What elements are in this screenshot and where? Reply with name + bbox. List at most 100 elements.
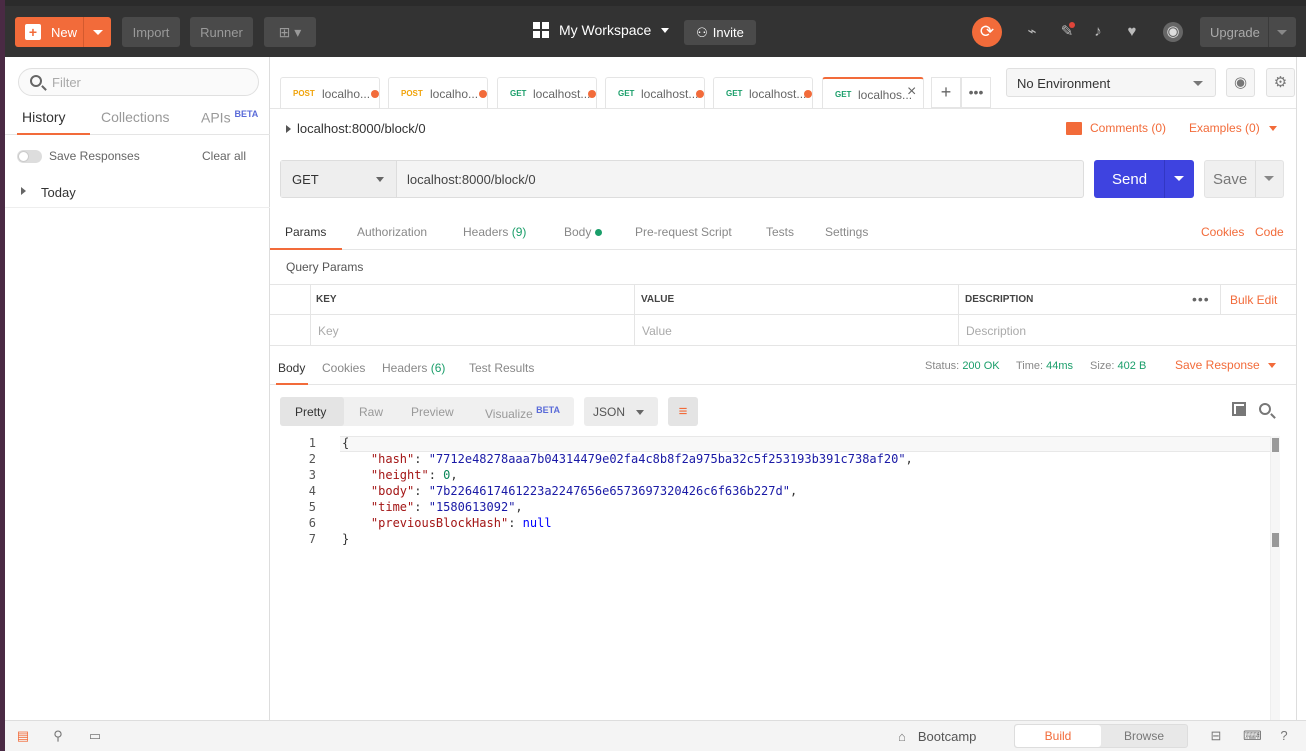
chevron-right-icon xyxy=(21,187,26,195)
save-responses-toggle[interactable] xyxy=(17,150,42,163)
code-line: 3 "height": 0, xyxy=(280,468,1270,484)
upgrade-button[interactable]: Upgrade xyxy=(1200,17,1296,47)
bootcamp-label: Bootcamp xyxy=(917,729,977,744)
tab-test-results[interactable]: Test Results xyxy=(469,361,534,375)
gear-icon[interactable]: ⚙ xyxy=(1266,68,1295,97)
active-line-highlight xyxy=(340,436,1272,452)
save-button[interactable]: Save xyxy=(1204,160,1284,198)
plus-icon: + xyxy=(25,24,41,40)
tab-tests[interactable]: Tests xyxy=(766,225,794,239)
tab-response-cookies[interactable]: Cookies xyxy=(322,361,365,375)
environment-selector[interactable]: No Environment xyxy=(1006,68,1216,97)
json-punct: , xyxy=(905,452,913,466)
eye-icon[interactable]: ◉ xyxy=(1226,68,1255,97)
runner-button[interactable]: Runner xyxy=(190,17,253,47)
console-icon[interactable]: ▭ xyxy=(87,729,103,743)
request-tab[interactable]: POST localho... xyxy=(280,77,380,108)
build-mode-button[interactable]: Build xyxy=(1015,725,1101,747)
request-tab[interactable]: GET localhost... xyxy=(605,77,705,108)
scroll-thumb[interactable] xyxy=(1272,533,1279,547)
beta-badge: BETA xyxy=(234,109,259,119)
time-label: Time: 44ms xyxy=(1016,360,1073,372)
avatar[interactable]: ◉ xyxy=(1163,22,1183,42)
request-tab[interactable]: POST localho... xyxy=(388,77,488,108)
notifications-bell-icon[interactable]: ♪ xyxy=(1088,22,1108,42)
sync-icon[interactable]: ⟳ xyxy=(972,17,1002,47)
search-icon[interactable] xyxy=(1259,403,1271,415)
keyboard-shortcuts-icon[interactable]: ⌨ xyxy=(1243,729,1262,743)
workspace-selector[interactable]: My Workspace xyxy=(533,22,670,38)
settings-wrench-icon[interactable]: ✎ xyxy=(1057,22,1077,42)
upgrade-button-label: Upgrade xyxy=(1210,25,1260,40)
request-tab[interactable]: GET localhost... xyxy=(713,77,813,108)
method-select[interactable]: GET xyxy=(281,161,397,197)
two-pane-view-icon[interactable]: ⊟ xyxy=(1208,729,1224,743)
invite-button[interactable]: ⚇ Invite xyxy=(684,20,756,45)
code-link[interactable]: Code xyxy=(1255,225,1284,239)
save-response-dropdown[interactable]: Save Response xyxy=(1175,358,1276,372)
tab-response-body[interactable]: Body xyxy=(278,361,305,375)
response-body-editor[interactable]: 1 { 2 "hash": "7712e48278aaa7b04314479e0… xyxy=(280,436,1272,720)
chevron-down-icon[interactable] xyxy=(1277,30,1287,35)
new-dropdown-caret-icon[interactable] xyxy=(93,30,103,35)
copy-icon[interactable] xyxy=(1232,402,1246,416)
tab-apis[interactable]: APIs BETA xyxy=(201,109,258,126)
language-select[interactable]: JSON xyxy=(584,397,658,426)
language-select-value: JSON xyxy=(593,405,626,419)
description-input[interactable]: Description xyxy=(966,324,1026,338)
tab-body[interactable]: Body xyxy=(564,225,603,239)
json-punct: , xyxy=(515,500,523,514)
send-button[interactable]: Send xyxy=(1094,160,1194,198)
chevron-down-icon[interactable] xyxy=(1264,176,1274,181)
value-input[interactable]: Value xyxy=(642,324,672,338)
add-tab-button[interactable]: + xyxy=(931,77,961,108)
format-pretty[interactable]: Pretty xyxy=(295,405,326,419)
format-preview[interactable]: Preview xyxy=(411,405,454,419)
vertical-scrollbar[interactable] xyxy=(1270,436,1280,720)
help-icon[interactable]: ? xyxy=(1276,729,1292,743)
browse-mode-button[interactable]: Browse xyxy=(1101,725,1187,747)
new-window-button[interactable]: ⊞ ▾ xyxy=(264,17,316,47)
key-input[interactable]: Key xyxy=(318,324,339,338)
format-raw[interactable]: Raw xyxy=(359,405,383,419)
more-options-icon[interactable]: ••• xyxy=(1192,291,1210,307)
unsaved-dot xyxy=(588,90,596,98)
status-label: Status: 200 OK xyxy=(925,360,1000,372)
new-button[interactable]: + New xyxy=(15,17,111,47)
tab-body-label: Body xyxy=(564,225,592,239)
tab-prerequest-script[interactable]: Pre-request Script xyxy=(635,225,732,239)
url-input[interactable]: localhost:8000/block/0 xyxy=(407,172,536,187)
heart-icon[interactable]: ♥ xyxy=(1122,22,1142,42)
tab-params[interactable]: Params xyxy=(285,225,326,239)
comments-link[interactable]: Comments (0) xyxy=(1066,121,1166,135)
history-group-today[interactable]: Today xyxy=(5,178,270,208)
chevron-down-icon xyxy=(1269,126,1278,132)
wrap-lines-icon[interactable]: ≡ xyxy=(668,397,698,426)
bootcamp-link[interactable]: ⌂ Bootcamp xyxy=(898,729,976,744)
find-icon[interactable]: ⚲ xyxy=(50,729,66,743)
request-tab[interactable]: GET localhost... xyxy=(497,77,597,108)
filter-input[interactable]: Filter xyxy=(18,68,259,96)
format-visualize[interactable]: Visualize BETA xyxy=(485,405,560,421)
chevron-down-icon xyxy=(1267,363,1276,369)
toggle-sidebar-icon[interactable]: ▤ xyxy=(15,729,31,743)
import-button[interactable]: Import xyxy=(122,17,180,47)
tab-settings[interactable]: Settings xyxy=(825,225,868,239)
clear-all-button[interactable]: Clear all xyxy=(202,149,246,163)
tab-authorization[interactable]: Authorization xyxy=(357,225,427,239)
bulk-edit-link[interactable]: Bulk Edit xyxy=(1230,293,1277,307)
chevron-down-icon[interactable] xyxy=(1174,176,1184,181)
close-icon[interactable]: × xyxy=(907,83,916,101)
tab-history[interactable]: History xyxy=(22,109,66,125)
tab-headers[interactable]: Headers (9) xyxy=(463,225,526,239)
tab-collections[interactable]: Collections xyxy=(101,109,169,125)
more-options-icon[interactable]: ••• xyxy=(961,77,991,108)
capture-requests-icon[interactable]: ⌁ xyxy=(1022,22,1042,42)
scroll-thumb[interactable] xyxy=(1272,438,1279,452)
cookies-link[interactable]: Cookies xyxy=(1201,225,1244,239)
column-divider xyxy=(634,285,635,345)
request-title[interactable]: localhost:8000/block/0 xyxy=(286,121,426,136)
tab-response-headers[interactable]: Headers (6) xyxy=(382,361,445,375)
request-tab-active[interactable]: GET localhos... × xyxy=(822,77,924,108)
examples-dropdown[interactable]: Examples (0) xyxy=(1189,121,1278,135)
